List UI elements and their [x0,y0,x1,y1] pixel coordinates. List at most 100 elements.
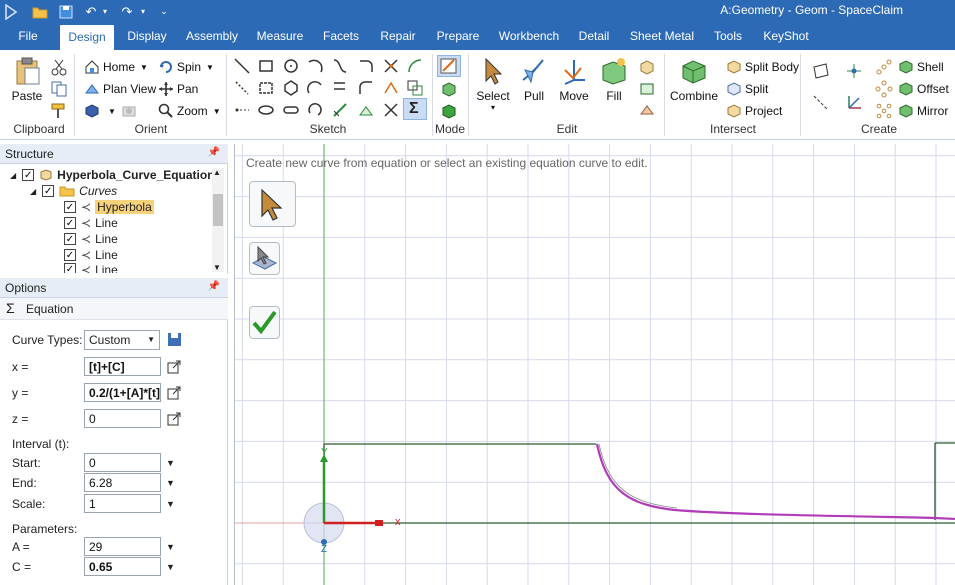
project-sketch-icon[interactable] [357,101,375,119]
item-checkbox[interactable]: ✓ [64,217,76,229]
copy-icon[interactable] [50,80,68,98]
three-point-rectangle-icon[interactable] [257,79,275,97]
pan-button[interactable]: Pan [158,81,198,97]
tab-prepare[interactable]: Prepare [432,23,484,50]
sweep-tool-icon[interactable] [306,101,324,119]
tree-item-line[interactable]: ✓ ≺ Line [64,231,118,247]
equation-tool-button[interactable]: Σ [403,98,427,120]
select-plane-guide-button[interactable] [249,242,280,275]
tab-file[interactable]: File [6,23,50,50]
item-checkbox[interactable]: ✓ [64,201,76,213]
customize-toolbar-icon[interactable]: ⌄ [158,3,170,20]
format-painter-icon[interactable] [50,102,68,120]
combine-button[interactable]: Combine [670,56,718,103]
copy-sketch-icon[interactable] [406,79,424,97]
fill-pattern-icon[interactable] [875,102,893,120]
tree-item-line[interactable]: ✓ ≺ Line [64,247,118,263]
curve-type-select[interactable]: Custom ▼ [84,330,160,350]
spin-button[interactable]: Spin ▼ [158,59,214,75]
offset-button[interactable]: Offset [898,81,949,97]
start-field[interactable]: 0 [84,453,161,472]
point-line-icon[interactable] [233,79,251,97]
param-c-dropdown-icon[interactable]: ▼ [166,557,176,576]
collapse-triangle-icon[interactable]: ◢ [30,187,36,196]
tab-detail[interactable]: Detail [572,23,616,50]
complete-guide-button[interactable] [249,306,280,339]
3d-mode-icon[interactable] [440,102,458,120]
undo-dropdown-icon[interactable]: ▾ [100,3,110,20]
split-button[interactable]: Split [726,81,768,97]
plane-icon[interactable] [812,62,830,80]
point-icon[interactable] [845,62,863,80]
tab-tools[interactable]: Tools [706,23,750,50]
undo-icon[interactable]: ↶ [82,3,100,20]
end-dropdown-icon[interactable]: ▼ [166,473,176,492]
fillet-tool-icon[interactable] [357,79,375,97]
param-a-field[interactable]: 29 [84,537,161,556]
structure-scrollbar[interactable]: ▲ ▼ [212,168,224,272]
save-curve-type-icon[interactable] [167,332,182,347]
sketch-canvas[interactable] [235,144,955,585]
tree-root[interactable]: ◢ ✓ Hyperbola_Curve_Equation [10,167,215,183]
design-viewport[interactable]: Y x Z Create new curve from equation or … [234,144,955,585]
cut-icon[interactable] [50,58,68,76]
item-checkbox[interactable]: ✓ [64,263,76,273]
redo-icon[interactable]: ↷ [118,3,136,20]
replace-icon[interactable] [638,80,656,98]
view-cube-button[interactable]: ▼ [84,103,116,119]
tree-item-line[interactable]: ✓ ≺ Line [64,215,118,231]
polygon-tool-icon[interactable] [282,79,300,97]
open-folder-icon[interactable] [30,3,50,20]
linear-pattern-icon[interactable] [875,58,893,76]
item-checkbox[interactable]: ✓ [64,233,76,245]
circular-pattern-icon[interactable] [875,80,893,98]
split-line-icon[interactable] [382,101,400,119]
edit-expression-icon[interactable] [167,412,181,426]
plan-view-button[interactable]: Plan View [84,81,156,97]
sketch-mode-button[interactable] [437,55,461,77]
tab-repair[interactable]: Repair [374,23,422,50]
spline-tool-icon[interactable] [331,57,349,75]
axis-icon[interactable] [812,94,830,112]
scale-field[interactable]: 1 [84,494,161,513]
tab-design[interactable]: Design [60,25,114,50]
root-checkbox[interactable]: ✓ [22,169,35,181]
section-mode-icon[interactable] [440,80,458,98]
tab-measure[interactable]: Measure [252,23,308,50]
select-button[interactable]: Select ▾ [474,56,512,112]
point-tool-icon[interactable] [233,101,251,119]
origin-icon[interactable] [845,94,863,112]
extend-tool-icon[interactable] [331,101,349,119]
tweak-face-icon[interactable] [638,102,656,120]
fill-button[interactable]: Fill [596,56,632,103]
shell-button[interactable]: Shell [898,59,944,75]
param-c-field[interactable]: 0.65 [84,557,161,576]
redo-dropdown-icon[interactable]: ▾ [138,3,148,20]
folder-checkbox[interactable]: ✓ [42,185,55,197]
pin-icon[interactable]: 📌 [208,281,220,292]
tangent-arc-icon[interactable] [357,57,375,75]
z-equation-field[interactable]: 0 [84,409,161,428]
rectangle-tool-icon[interactable] [257,57,275,75]
start-dropdown-icon[interactable]: ▼ [166,453,176,472]
project-button[interactable]: Project [726,103,782,119]
edit-expression-icon[interactable] [167,360,181,374]
offset-curve-icon[interactable] [331,79,349,97]
sweep-arc-icon[interactable] [406,57,424,75]
param-a-dropdown-icon[interactable]: ▼ [166,537,176,556]
pull-button[interactable]: Pull [516,56,552,103]
circle-tool-icon[interactable] [282,57,300,75]
edit-expression-icon[interactable] [167,386,181,400]
tree-item-line[interactable]: ✓ ≺ Line [64,263,118,273]
scroll-down-icon[interactable]: ▼ [213,263,221,272]
arc-tool-icon[interactable] [306,57,324,75]
ellipse-tool-icon[interactable] [257,101,275,119]
tab-display[interactable]: Display [122,23,172,50]
scroll-up-icon[interactable]: ▲ [213,168,221,177]
lighting-icon[interactable] [120,102,138,120]
item-checkbox[interactable]: ✓ [64,249,76,261]
y-equation-field[interactable]: 0.2/(1+[A]*[t]) [84,383,161,402]
line-tool-icon[interactable] [233,57,251,75]
zoom-button[interactable]: Zoom ▼ [158,103,221,119]
select-tool-guide-button[interactable] [249,181,296,227]
